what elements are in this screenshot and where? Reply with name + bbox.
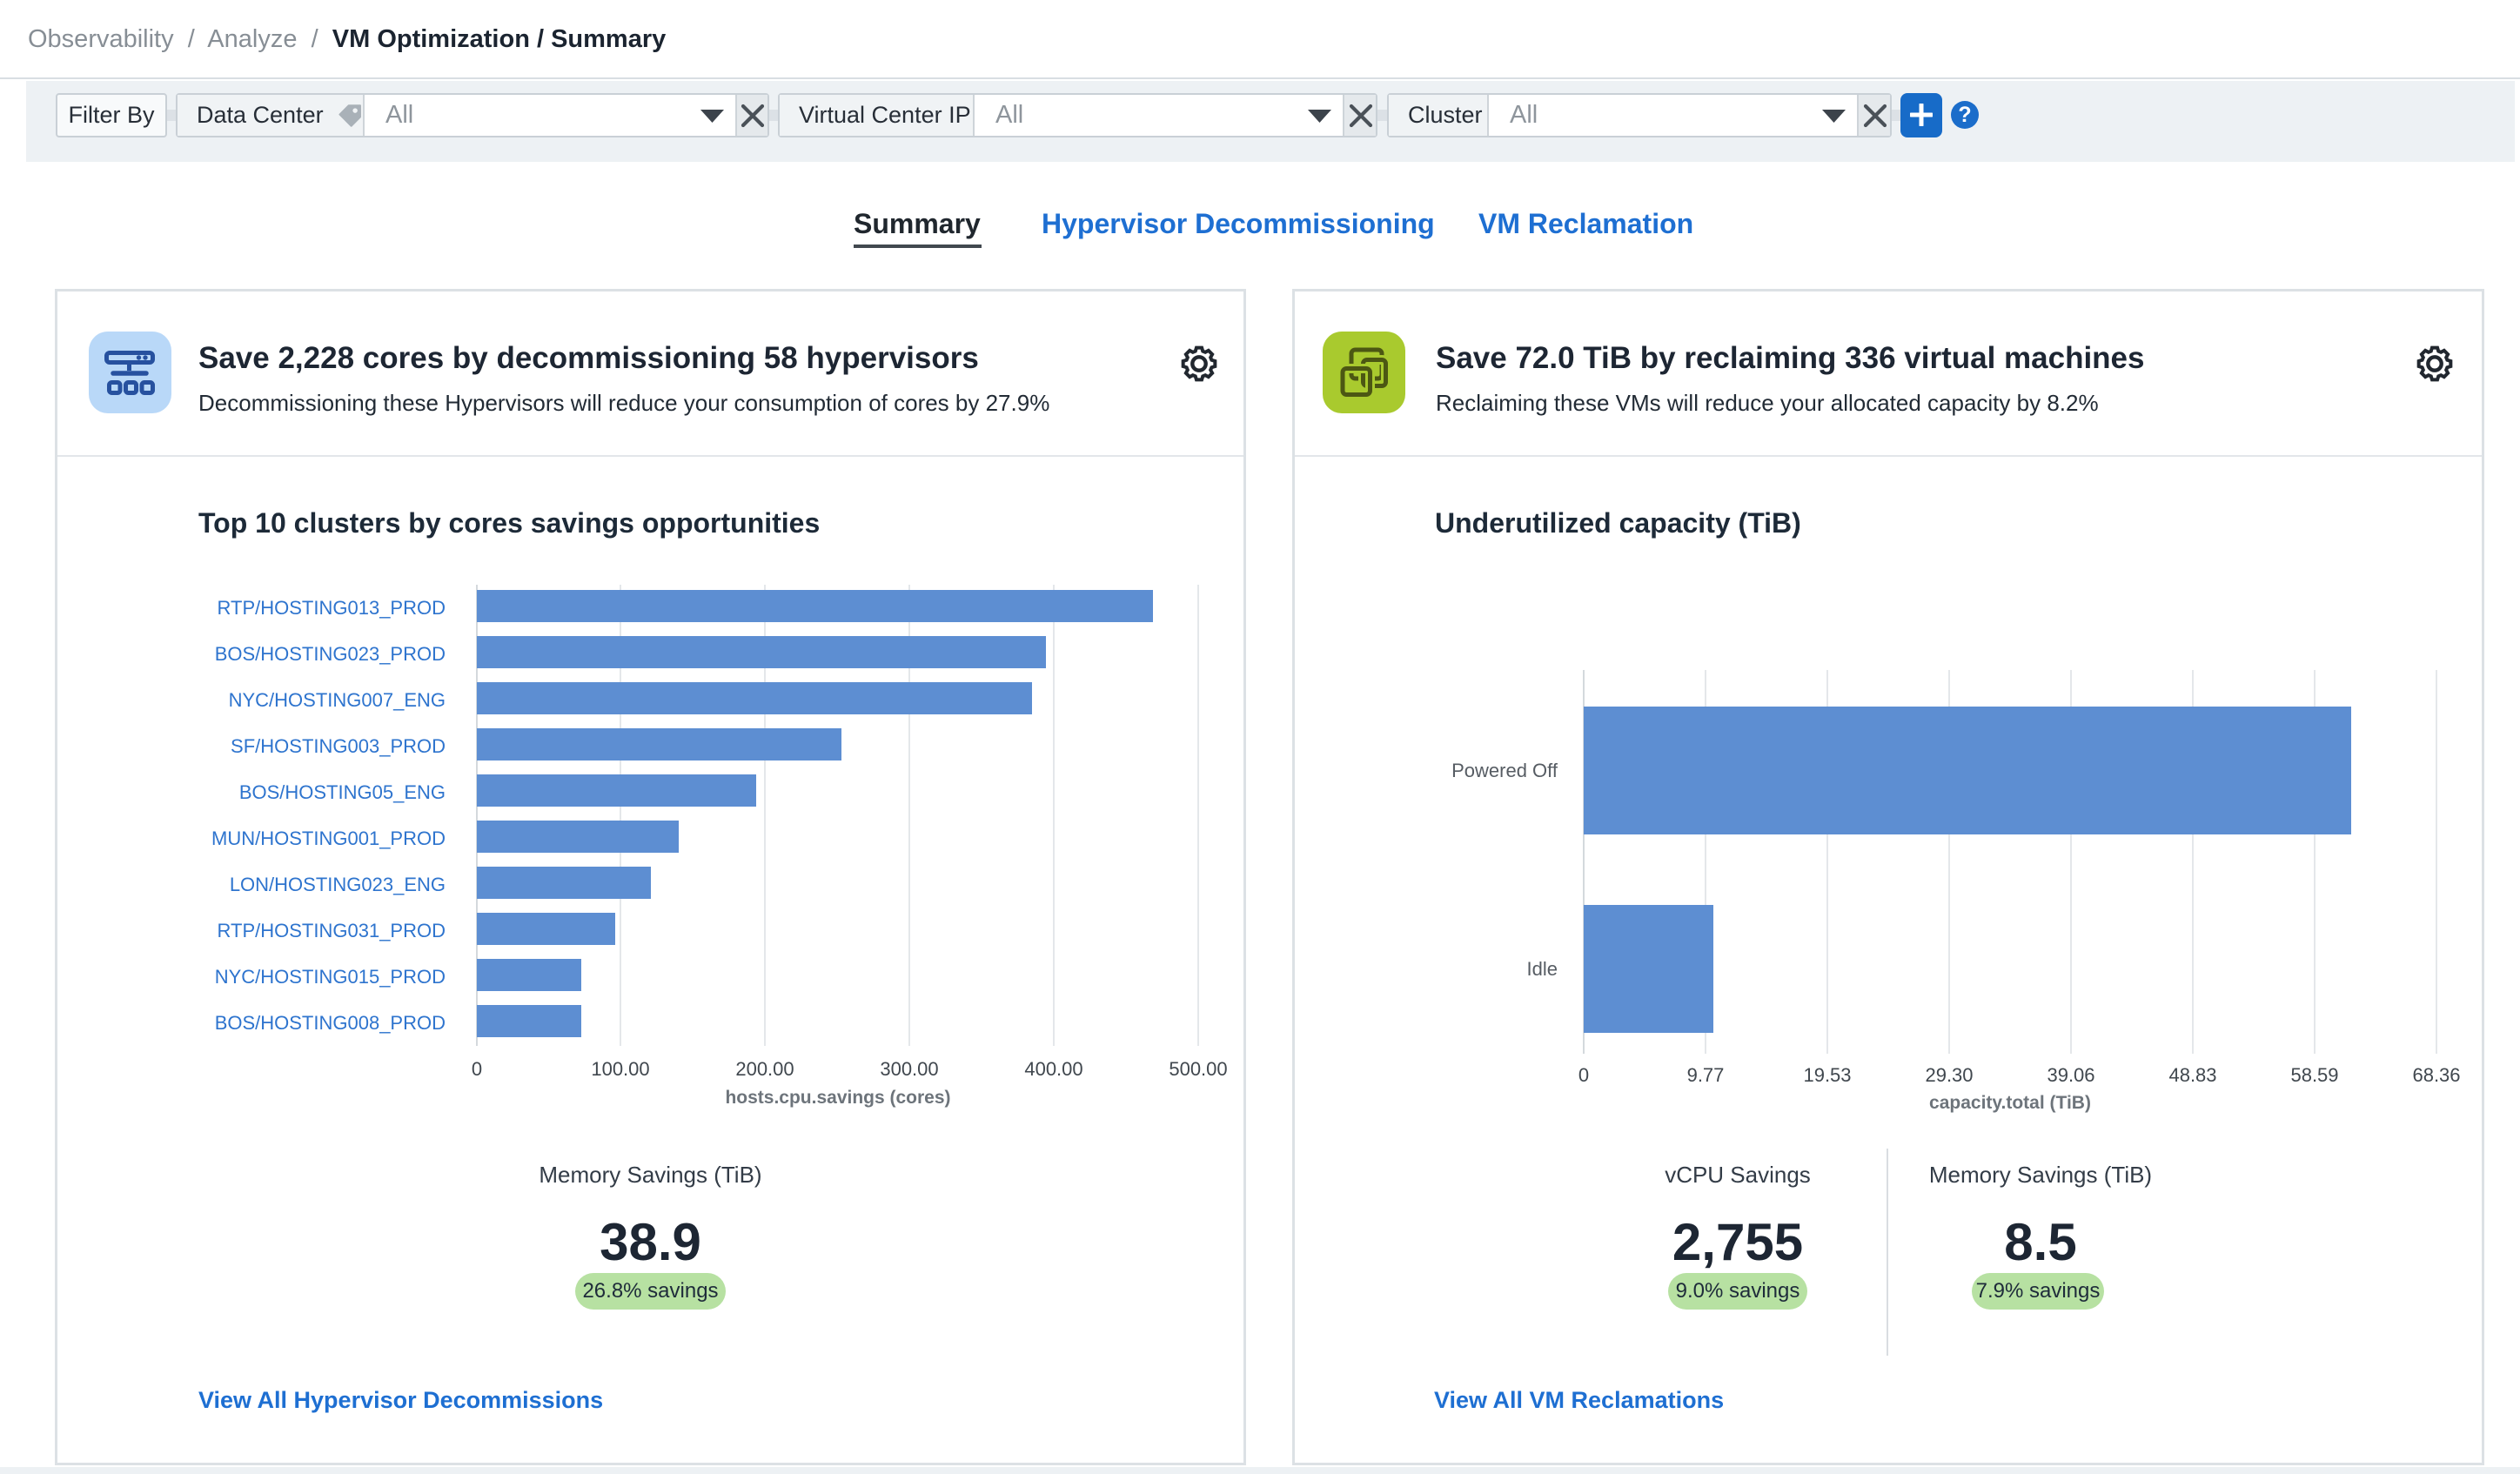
svg-text:400.00: 400.00 bbox=[1024, 1058, 1082, 1080]
svg-text:Powered Off: Powered Off bbox=[1451, 760, 1558, 781]
svg-text:SF/HOSTING003_PROD: SF/HOSTING003_PROD bbox=[231, 735, 446, 757]
svg-text:Top 10 clusters by cores savin: Top 10 clusters by cores savings opportu… bbox=[198, 507, 820, 539]
svg-text:BOS/HOSTING023_PROD: BOS/HOSTING023_PROD bbox=[215, 643, 446, 665]
svg-text:Idle: Idle bbox=[1527, 958, 1558, 980]
svg-text:NYC/HOSTING007_ENG: NYC/HOSTING007_ENG bbox=[229, 689, 446, 711]
svg-text:0: 0 bbox=[472, 1058, 482, 1080]
svg-text:29.30: 29.30 bbox=[1925, 1064, 1973, 1086]
svg-text:9.77: 9.77 bbox=[1687, 1064, 1725, 1086]
svg-text:0: 0 bbox=[1578, 1064, 1589, 1086]
svg-text:capacity.total (TiB): capacity.total (TiB) bbox=[1929, 1093, 2091, 1113]
svg-text:LON/HOSTING023_ENG: LON/HOSTING023_ENG bbox=[230, 874, 446, 895]
svg-text:200.00: 200.00 bbox=[735, 1058, 794, 1080]
svg-text:MUN/HOSTING001_PROD: MUN/HOSTING001_PROD bbox=[211, 827, 446, 849]
svg-text:300.00: 300.00 bbox=[880, 1058, 938, 1080]
svg-text:RTP/HOSTING031_PROD: RTP/HOSTING031_PROD bbox=[218, 920, 446, 941]
svg-text:39.06: 39.06 bbox=[2047, 1064, 2094, 1086]
svg-text:Underutilized capacity (TiB): Underutilized capacity (TiB) bbox=[1435, 507, 1801, 539]
svg-text:BOS/HOSTING008_PROD: BOS/HOSTING008_PROD bbox=[215, 1012, 446, 1034]
svg-text:500.00: 500.00 bbox=[1169, 1058, 1227, 1080]
svg-text:hosts.cpu.savings (cores): hosts.cpu.savings (cores) bbox=[725, 1088, 950, 1108]
svg-text:NYC/HOSTING015_PROD: NYC/HOSTING015_PROD bbox=[215, 966, 446, 988]
svg-text:58.59: 58.59 bbox=[2290, 1064, 2338, 1086]
svg-text:100.00: 100.00 bbox=[591, 1058, 649, 1080]
svg-text:19.53: 19.53 bbox=[1803, 1064, 1851, 1086]
svg-text:48.83: 48.83 bbox=[2168, 1064, 2216, 1086]
svg-text:68.36: 68.36 bbox=[2412, 1064, 2460, 1086]
svg-text:BOS/HOSTING05_ENG: BOS/HOSTING05_ENG bbox=[239, 781, 446, 803]
svg-text:RTP/HOSTING013_PROD: RTP/HOSTING013_PROD bbox=[218, 597, 446, 619]
